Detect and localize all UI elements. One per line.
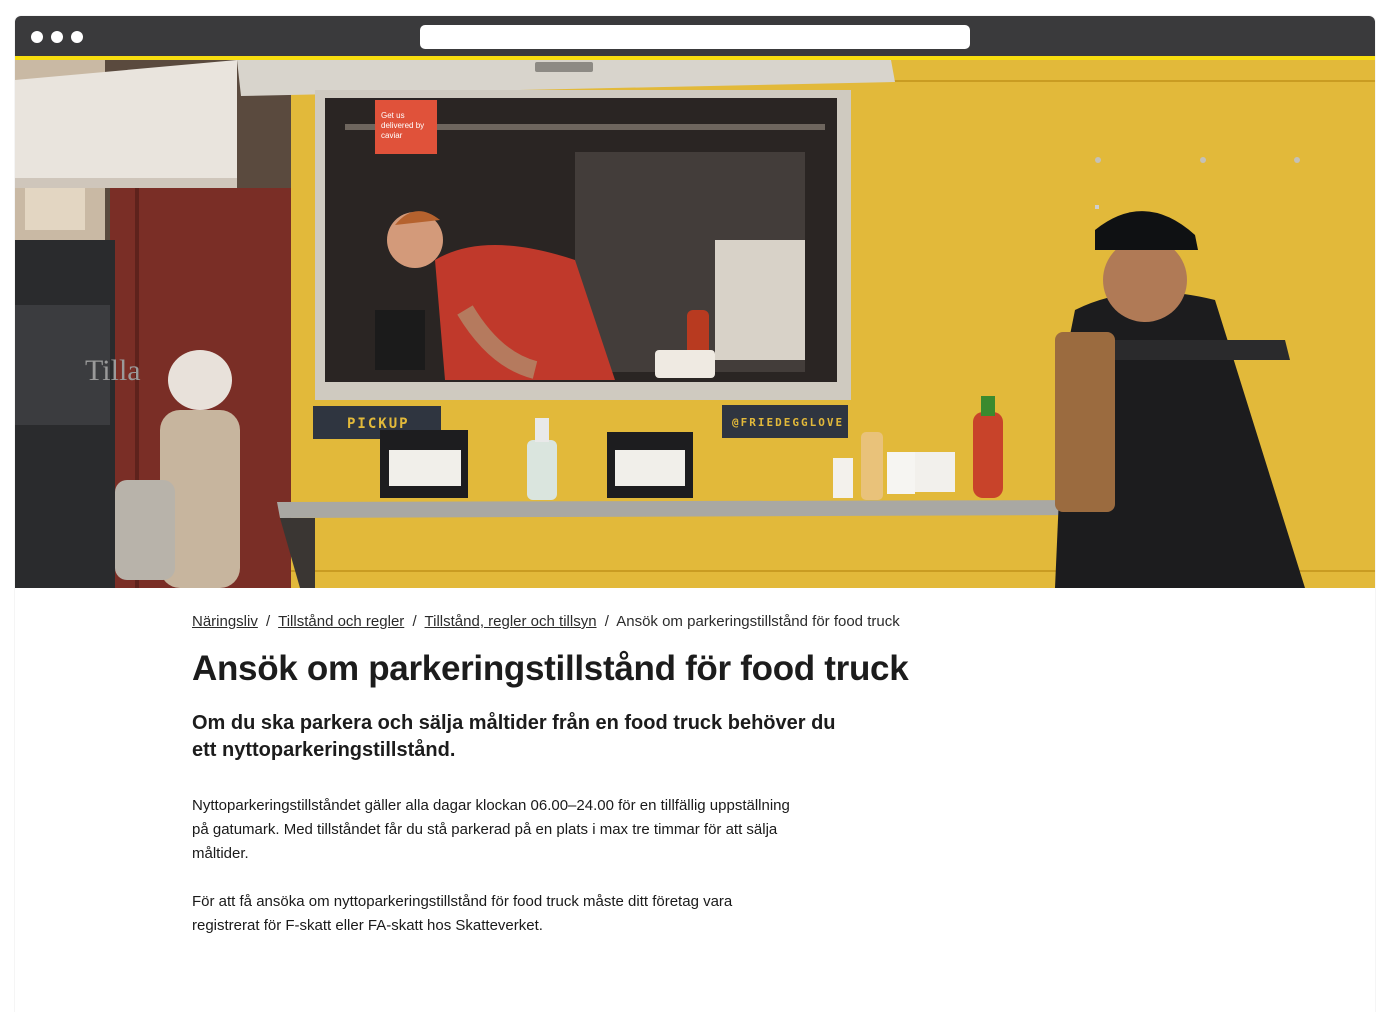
side-truck-text: Tilla — [85, 354, 141, 387]
breadcrumb-separator: / — [412, 613, 417, 630]
breadcrumb-separator: / — [604, 613, 609, 630]
food-truck-illustration: Tilla Get us delivered by caviar PICKUP … — [15, 60, 1375, 588]
breadcrumb-link-tillstand-och-regler[interactable]: Tillstånd och regler — [278, 613, 404, 630]
address-bar[interactable] — [420, 25, 970, 49]
breadcrumb-link-tillstand-regler-och-tillsyn[interactable]: Tillstånd, regler och tillsyn — [425, 613, 597, 630]
window-maximize-dot[interactable] — [71, 31, 83, 43]
browser-titlebar — [15, 16, 1375, 60]
window-sticker-text: Get us — [381, 111, 405, 120]
body-paragraph: Nyttoparkeringstillståndet gäller alla d… — [192, 797, 790, 862]
breadcrumb-separator: / — [266, 613, 271, 630]
body-paragraph: För att få ansöka om nyttoparkeringstill… — [192, 893, 733, 934]
page-title: Ansök om parkeringstillstånd för food tr… — [192, 649, 909, 688]
breadcrumb: Näringsliv / Tillstånd och regler / Till… — [192, 612, 1092, 632]
hero-image: Tilla Get us delivered by caviar PICKUP … — [15, 60, 1375, 588]
pickup-sign: PICKUP — [347, 416, 410, 432]
svg-text:caviar: caviar — [381, 131, 403, 140]
breadcrumb-current: Ansök om parkeringstillstånd för food tr… — [616, 613, 900, 630]
breadcrumb-link-naringsliv[interactable]: Näringsliv — [192, 613, 258, 630]
window-close-dot[interactable] — [31, 31, 43, 43]
article: Näringsliv / Tillstånd och regler / Till… — [192, 612, 1092, 938]
lead-paragraph: Om du ska parkera och sälja måltider frå… — [192, 712, 836, 761]
window-minimize-dot[interactable] — [51, 31, 63, 43]
handle-sign: @FRIEDEGGLOVE — [732, 416, 844, 429]
svg-text:delivered by: delivered by — [381, 121, 424, 130]
